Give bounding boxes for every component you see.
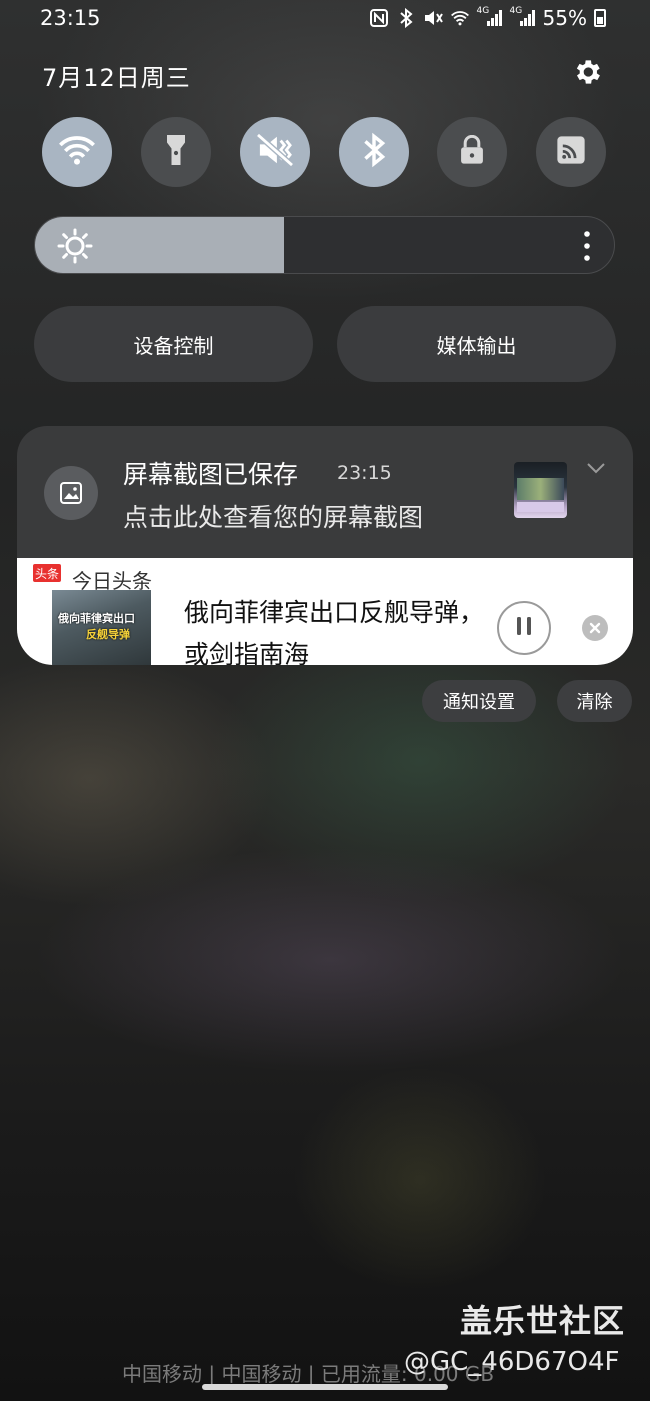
status-time: 23:15 xyxy=(40,6,101,30)
gear-icon[interactable] xyxy=(570,55,604,89)
signal-icon: 4G xyxy=(509,6,536,28)
cover-text-line1: 俄向菲律宾出口 xyxy=(58,612,135,625)
brightness-slider[interactable] xyxy=(34,216,615,274)
image-icon xyxy=(44,466,98,520)
mute-icon xyxy=(256,132,294,171)
clear-button[interactable]: 清除 xyxy=(557,680,632,722)
cast-icon xyxy=(556,135,586,169)
lock-icon xyxy=(458,134,486,169)
nfc-icon xyxy=(369,8,389,28)
bluetooth-icon xyxy=(362,132,386,172)
more-options-icon[interactable] xyxy=(582,229,592,263)
device-control-button[interactable]: 设备控制 xyxy=(34,306,313,382)
mute-icon xyxy=(423,8,443,28)
notification-time: 23:15 xyxy=(337,462,392,484)
flashlight-toggle[interactable] xyxy=(141,117,211,187)
date-label: 7月12日周三 xyxy=(42,64,191,92)
status-icons: 4G 4G 55% xyxy=(369,6,606,30)
close-icon[interactable] xyxy=(582,615,608,641)
sun-icon xyxy=(57,228,93,264)
sound-toggle[interactable] xyxy=(240,117,310,187)
wifi-icon xyxy=(450,8,470,28)
media-cover: 俄向菲律宾出口 反舰导弹 xyxy=(52,590,151,665)
chevron-down-icon[interactable] xyxy=(586,460,606,474)
notification-message: 点击此处查看您的屏幕截图 xyxy=(123,503,424,532)
home-indicator[interactable] xyxy=(202,1384,448,1390)
wifi-toggle[interactable] xyxy=(42,117,112,187)
battery-icon xyxy=(594,9,606,27)
flashlight-icon xyxy=(163,132,189,172)
cover-text-line2: 反舰导弹 xyxy=(86,628,130,641)
signal-icon: 4G xyxy=(476,6,503,28)
media-output-button[interactable]: 媒体输出 xyxy=(337,306,616,382)
screenshot-notification[interactable]: 屏幕截图已保存 23:15 点击此处查看您的屏幕截图 xyxy=(17,426,633,558)
pause-icon xyxy=(515,616,533,640)
bluetooth-icon xyxy=(396,8,416,28)
watermark-site: 盖乐世社区 xyxy=(460,1302,626,1340)
app-badge: 头条 xyxy=(33,564,61,582)
wifi-icon xyxy=(57,134,97,170)
bluetooth-toggle[interactable] xyxy=(339,117,409,187)
notification-settings-button[interactable]: 通知设置 xyxy=(422,680,536,722)
media-headline: 俄向菲律宾出口反舰导弹，或剑指南海 xyxy=(184,598,485,665)
media-notification[interactable]: 头条 今日头条 俄向菲律宾出口 反舰导弹 俄向菲律宾出口反舰导弹，或剑指南海 xyxy=(17,558,633,665)
lock-toggle[interactable] xyxy=(437,117,507,187)
battery-percent: 55% xyxy=(542,6,587,30)
network-type-label: 4G xyxy=(509,6,523,16)
pause-button[interactable] xyxy=(497,601,551,655)
network-type-label: 4G xyxy=(476,6,490,16)
watermark-user: @GC_46D67O4F xyxy=(404,1347,620,1377)
notification-title: 屏幕截图已保存 xyxy=(123,460,299,489)
screenshot-thumbnail[interactable] xyxy=(514,462,567,518)
cast-toggle[interactable] xyxy=(536,117,606,187)
